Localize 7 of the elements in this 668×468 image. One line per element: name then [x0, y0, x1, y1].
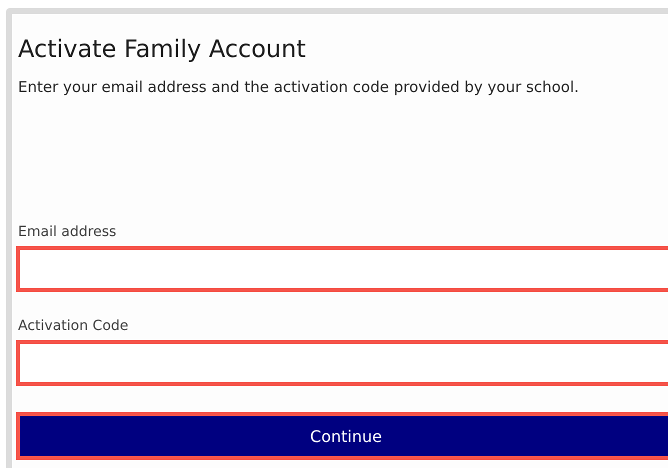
continue-button[interactable]: Continue: [16, 412, 668, 460]
description-text: Enter your email address and the activation code provided by your school.: [18, 78, 580, 96]
input-field[interactable]: [16, 340, 668, 386]
field-label: Activation Code: [18, 318, 130, 334]
input-field[interactable]: [16, 246, 668, 292]
field-label: Email address: [18, 224, 118, 240]
page-title: Activate Family Account: [18, 34, 307, 64]
